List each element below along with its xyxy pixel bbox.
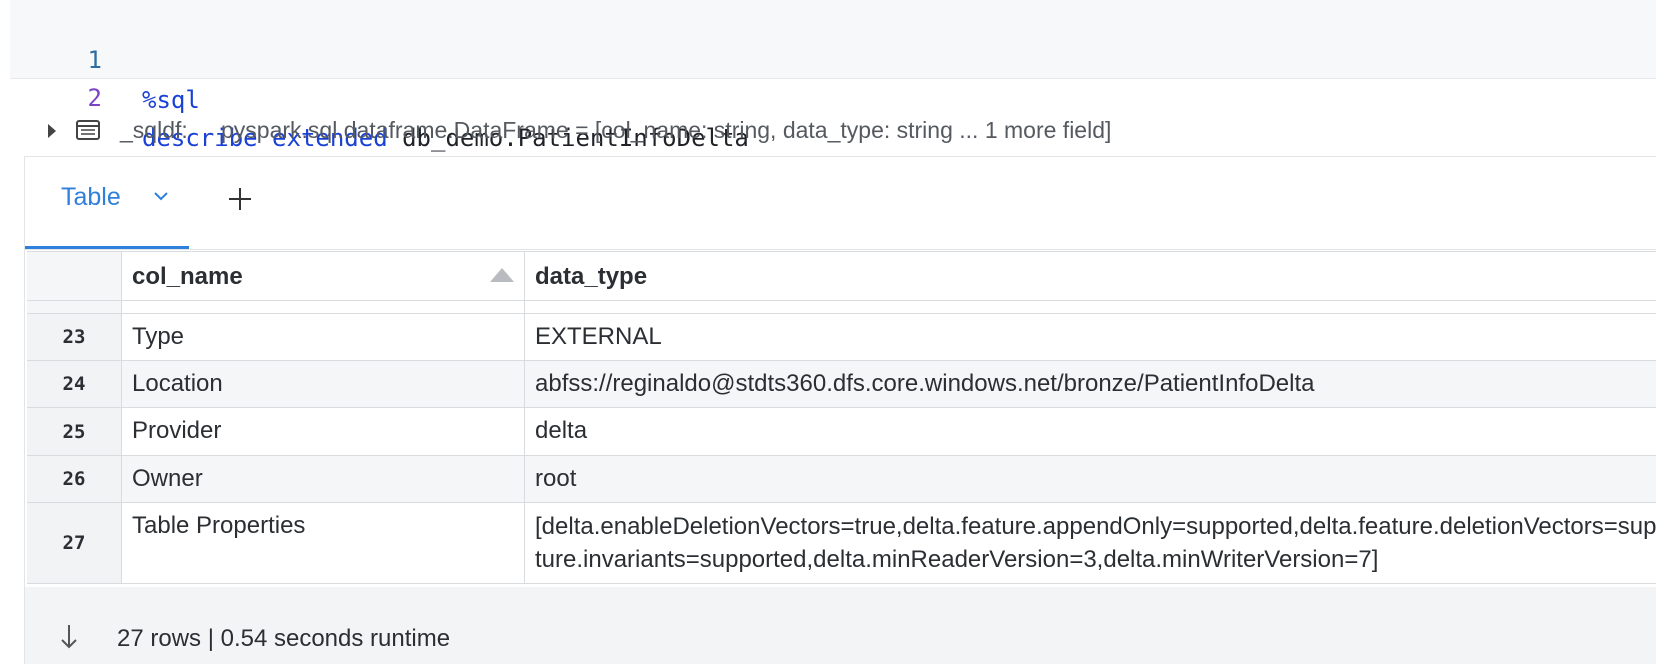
cell-text: EXTERNAL <box>535 323 662 350</box>
cell-text: root <box>535 465 577 492</box>
cell-data-type: root <box>525 456 1656 502</box>
sort-ascending-icon[interactable] <box>490 268 514 282</box>
table-row[interactable]: 26 Owner root <box>27 456 1656 503</box>
dataframe-schema: pyspark.sql.dataframe.DataFrame = [col_n… <box>221 117 1112 143</box>
cell-text: Type <box>132 323 185 350</box>
column-header-label: data_type <box>535 263 648 290</box>
download-icon[interactable] <box>59 623 79 651</box>
cell-text: abfss://reginaldo@stdts360.dfs.core.wind… <box>535 370 1315 397</box>
row-index: 23 <box>27 314 122 360</box>
cell-col-name: Table Properties <box>122 503 525 583</box>
cell-col-name: Provider <box>122 408 525 455</box>
row-index <box>27 301 122 313</box>
code-line-2: 2 describe extended db_demo.PatientInfoD… <box>10 38 749 152</box>
line-number: 2 <box>87 84 102 112</box>
result-tabs: Table <box>25 157 1656 250</box>
cell-text: Owner <box>132 465 203 492</box>
table-row-partial <box>27 301 1656 314</box>
expand-caret-icon[interactable] <box>48 124 56 138</box>
tab-table-label: Table <box>61 183 121 211</box>
table-schema-icon <box>76 120 100 140</box>
cell-text: Location <box>132 370 223 397</box>
table-header: col_name data_type <box>27 251 1656 301</box>
cell-data-type: abfss://reginaldo@stdts360.dfs.core.wind… <box>525 361 1656 407</box>
notebook-page: 1 %sql 2 describe extended db_demo.Patie… <box>0 0 1656 664</box>
results-table: col_name data_type 23 Type EXTERNAL 24 L… <box>27 251 1656 585</box>
results-footer: 27 rows | 0.54 seconds runtime <box>25 587 1656 664</box>
table-row[interactable]: 27 Table Properties [delta.enableDeletio… <box>27 503 1656 584</box>
row-index: 26 <box>27 456 122 502</box>
cell-col-name: Location <box>122 361 525 407</box>
cell-text: delta <box>535 417 588 444</box>
row-index: 27 <box>27 503 122 583</box>
cell-data-type: delta <box>525 408 1656 455</box>
table-row[interactable]: 23 Type EXTERNAL <box>27 314 1656 361</box>
column-header-label: col_name <box>132 263 243 290</box>
cell-text: Table Properties <box>132 512 306 539</box>
cell-col-name: Owner <box>122 456 525 502</box>
tab-table[interactable]: Table <box>25 157 189 249</box>
code-cell[interactable]: 1 %sql 2 describe extended db_demo.Patie… <box>10 0 1656 152</box>
column-header-data-type[interactable]: data_type <box>525 252 1656 300</box>
cell-text-line-2: ture.invariants=supported,delta.minReade… <box>535 546 1379 573</box>
cell-col-name: Type <box>122 314 525 360</box>
results-panel: Table col_name data_type 23 Type EXTERNA… <box>24 156 1656 664</box>
row-index: 25 <box>27 408 122 455</box>
dataframe-variable: _sqldf: <box>120 117 188 143</box>
column-header-col-name[interactable]: col_name <box>122 252 525 300</box>
cell-text: Provider <box>132 417 222 444</box>
row-count-runtime: 27 rows | 0.54 seconds runtime <box>117 625 451 652</box>
add-visualization-icon[interactable] <box>226 185 254 213</box>
cell-col-name <box>122 301 525 313</box>
chevron-down-icon[interactable] <box>152 187 170 205</box>
code-line-1: 1 %sql <box>10 0 200 114</box>
table-row[interactable]: 25 Provider delta <box>27 408 1656 456</box>
cell-data-type: EXTERNAL <box>525 314 1656 360</box>
table-row[interactable]: 24 Location abfss://reginaldo@stdts360.d… <box>27 361 1656 408</box>
row-index: 24 <box>27 361 122 407</box>
cell-data-type: [delta.enableDeletionVectors=true,delta.… <box>525 503 1656 583</box>
cell-text-line-1: [delta.enableDeletionVectors=true,delta.… <box>535 513 1656 540</box>
row-index-header <box>27 252 122 300</box>
